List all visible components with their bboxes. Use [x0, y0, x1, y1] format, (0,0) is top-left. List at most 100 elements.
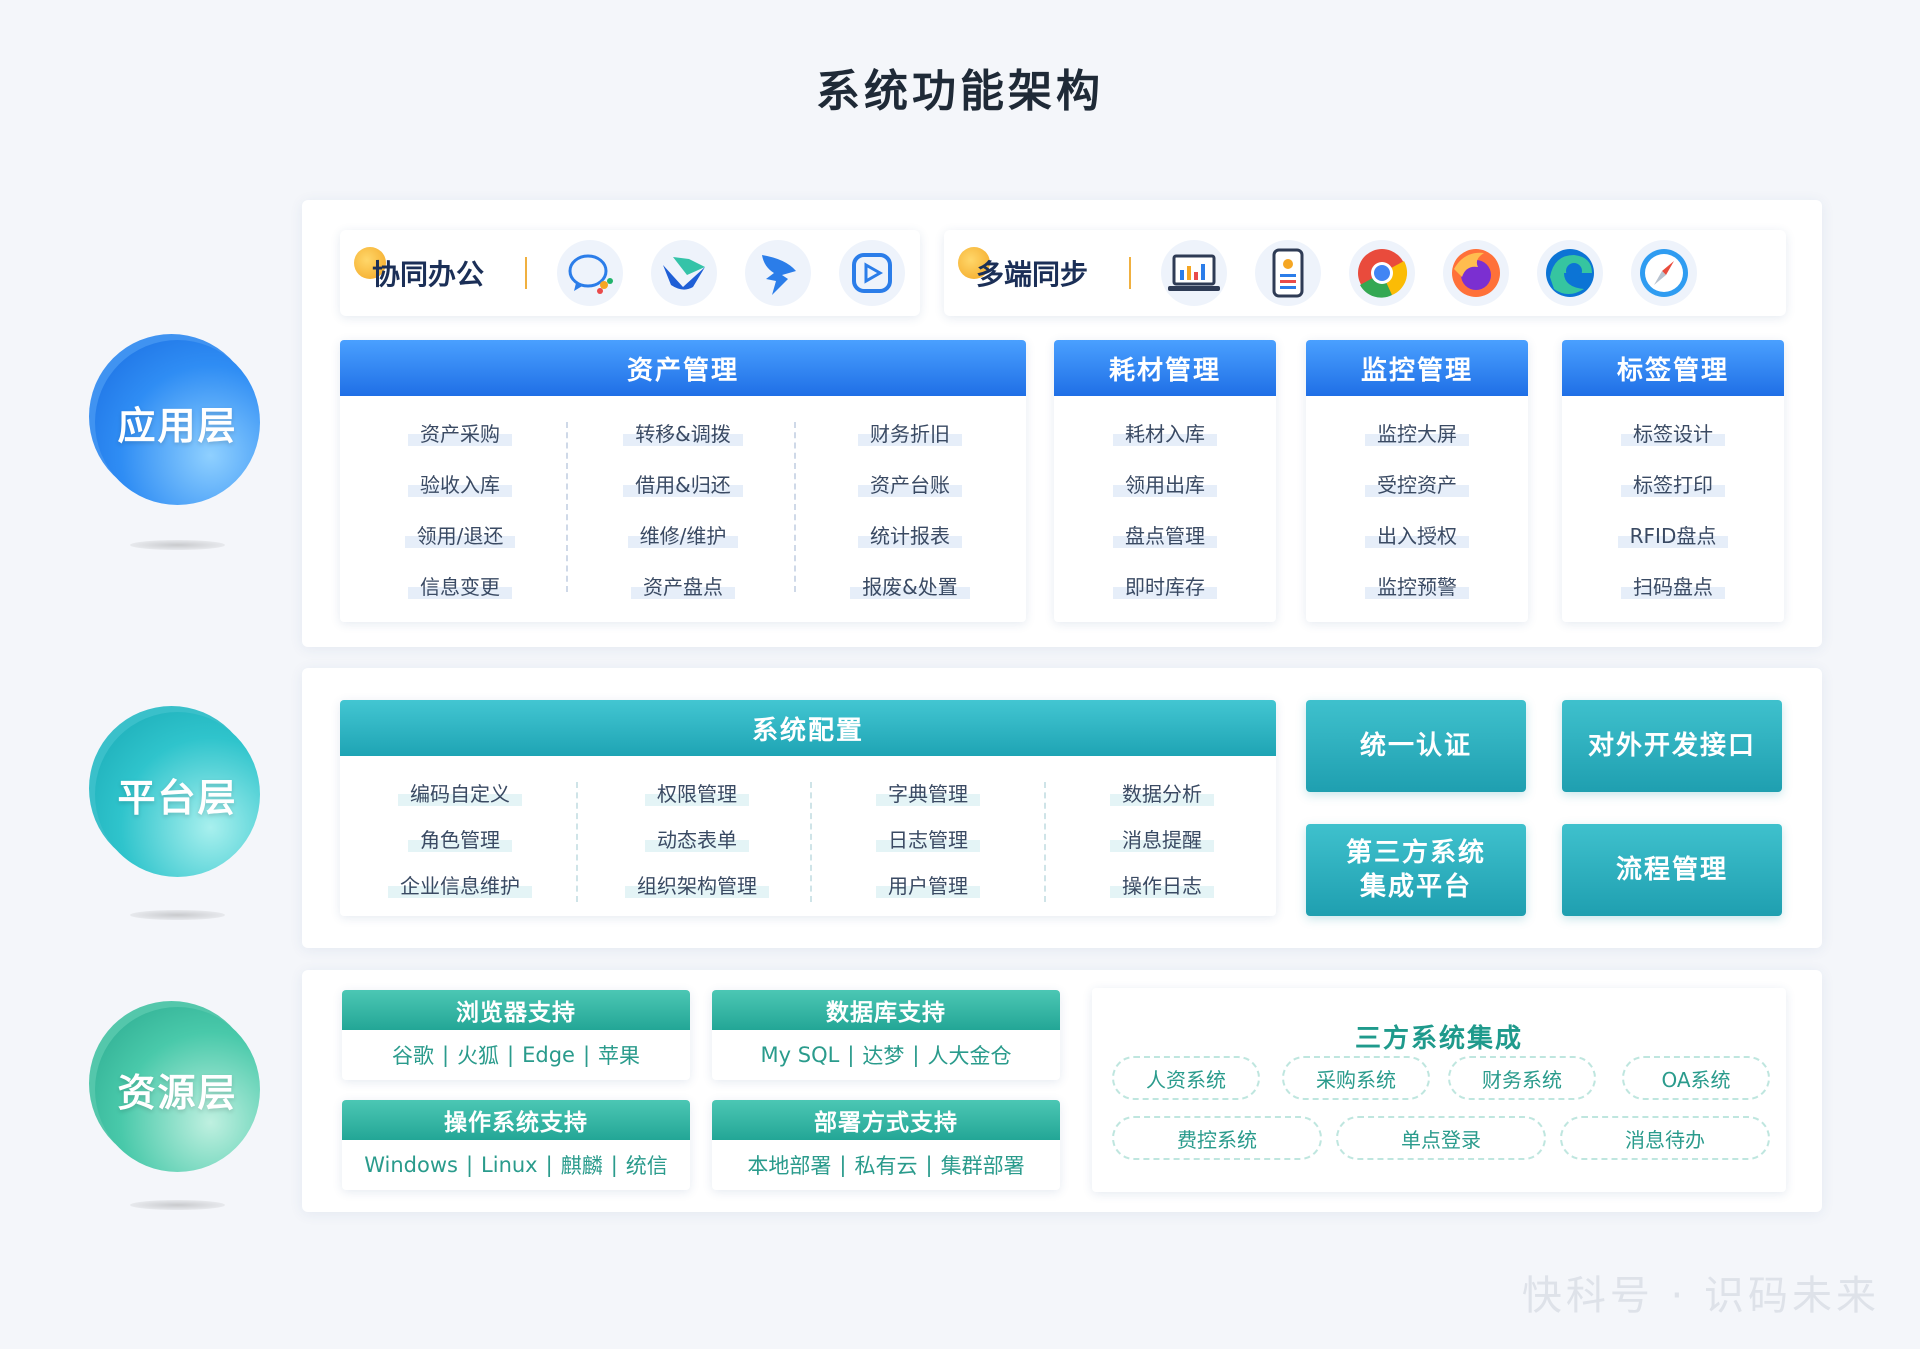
os-support-title: 操作系统支持: [342, 1100, 690, 1140]
deploy-support-card: 部署方式支持 本地部署 | 私有云 | 集群部署: [712, 1100, 1060, 1190]
layer-app: 应用层: [89, 334, 260, 505]
third-party-line-1: 第三方系统: [1345, 838, 1486, 868]
database-support-title: 数据库支持: [712, 990, 1060, 1030]
system-config-card: 系统配置 编码自定义 角色管理 企业信息维护 权限管理 动态表单 组织架构管理 …: [340, 700, 1276, 916]
tencent-meeting-icon: [839, 240, 905, 306]
consumable-item[interactable]: 即时库存: [1113, 571, 1217, 622]
lark-icon: [651, 240, 717, 306]
monitor-management-title: 监控管理: [1306, 340, 1528, 396]
page-title: 系统功能架构: [816, 66, 1104, 117]
config-item[interactable]: 消息提醒: [1110, 824, 1214, 870]
label-management-title: 标签管理: [1562, 340, 1784, 396]
layer-resource-shadow: [130, 1200, 225, 1210]
asset-item[interactable]: 财务折旧: [858, 418, 962, 469]
app-layer-panel: 协同办公 多端同步 资产管理 资产采购 验收入库 领用/退还 信息变更 转移&调…: [302, 200, 1822, 647]
integration-pill[interactable]: 财务系统: [1448, 1056, 1596, 1100]
asset-item[interactable]: 领用/退还: [404, 520, 516, 571]
platform-layer-panel: 系统配置 编码自定义 角色管理 企业信息维护 权限管理 动态表单 组织架构管理 …: [302, 668, 1822, 948]
config-item[interactable]: 组织架构管理: [625, 870, 769, 916]
integration-pill[interactable]: 单点登录: [1336, 1116, 1546, 1160]
watermark: 快科号 · 识码未来: [1521, 1273, 1880, 1319]
deploy-support-title: 部署方式支持: [712, 1100, 1060, 1140]
config-item[interactable]: 日志管理: [876, 824, 980, 870]
monitor-item[interactable]: 出入授权: [1365, 520, 1469, 571]
label-management-card: 标签管理 标签设计 标签打印 RFID盘点 扫码盘点: [1562, 340, 1784, 622]
os-support-list: Windows | Linux | 麒麟 | 统信: [364, 1153, 668, 1178]
asset-item[interactable]: 借用&归还: [623, 469, 743, 520]
integration-pill[interactable]: OA系统: [1622, 1056, 1770, 1100]
config-item[interactable]: 用户管理: [876, 870, 980, 916]
deploy-support-list: 本地部署 | 私有云 | 集群部署: [747, 1153, 1025, 1178]
edge-icon: [1537, 240, 1603, 306]
asset-item[interactable]: 统计报表: [858, 520, 962, 571]
config-item[interactable]: 角色管理: [408, 824, 512, 870]
layer-platform: 平台层: [89, 706, 260, 877]
monitor-management-card: 监控管理 监控大屏 受控资产 出入授权 监控预警: [1306, 340, 1528, 622]
monitor-item[interactable]: 监控大屏: [1365, 418, 1469, 469]
third-party-integration-box[interactable]: 第三方系统 集成平台: [1306, 824, 1526, 916]
asset-col-1: 资产采购 验收入库 领用/退还 信息变更: [380, 418, 540, 622]
integration-pill[interactable]: 人资系统: [1112, 1056, 1260, 1100]
multi-title: 多端同步: [944, 247, 1129, 293]
asset-item[interactable]: 资产采购: [408, 418, 512, 469]
database-support-card: 数据库支持 My SQL | 达梦 | 人大金仓: [712, 990, 1060, 1080]
multi-bar: 多端同步: [944, 230, 1786, 316]
chrome-icon: [1349, 240, 1415, 306]
asset-item[interactable]: 转移&调拨: [623, 418, 743, 469]
os-support-card: 操作系统支持 Windows | Linux | 麒麟 | 统信: [342, 1100, 690, 1190]
resource-layer-panel: 浏览器支持 谷歌 | 火狐 | Edge | 苹果 数据库支持 My SQL | 达梦 |…: [302, 970, 1822, 1212]
config-item[interactable]: 操作日志: [1110, 870, 1214, 916]
consumable-item[interactable]: 耗材入库: [1113, 418, 1217, 469]
label-item[interactable]: 扫码盘点: [1621, 571, 1725, 622]
asset-item[interactable]: 报废&处置: [850, 571, 970, 622]
open-api-box[interactable]: 对外开发接口: [1562, 700, 1782, 792]
layer-resource: 资源层: [89, 1001, 260, 1172]
monitor-item[interactable]: 受控资产: [1365, 469, 1469, 520]
asset-item[interactable]: 资产台账: [858, 469, 962, 520]
consumable-item[interactable]: 领用出库: [1113, 469, 1217, 520]
asset-management-title: 资产管理: [340, 340, 1026, 396]
asset-item[interactable]: 维修/维护: [627, 520, 739, 571]
consumable-management-title: 耗材管理: [1054, 340, 1276, 396]
divider: [794, 422, 796, 592]
layer-app-shadow: [130, 540, 225, 550]
integration-pill[interactable]: 消息待办: [1560, 1116, 1770, 1160]
consumable-item[interactable]: 盘点管理: [1113, 520, 1217, 571]
third-party-systems-card: 三方系统集成 人资系统 采购系统 财务系统 OA系统 费控系统 单点登录 消息待…: [1092, 988, 1786, 1192]
third-party-line-2: 集成平台: [1359, 872, 1472, 902]
integration-pill[interactable]: 采购系统: [1282, 1056, 1430, 1100]
asset-item[interactable]: 资产盘点: [631, 571, 735, 622]
collab-bar: 协同办公: [340, 230, 920, 316]
divider: [566, 422, 568, 592]
browser-support-title: 浏览器支持: [342, 990, 690, 1030]
consumable-management-card: 耗材管理 耗材入库 领用出库 盘点管理 即时库存: [1054, 340, 1276, 622]
config-item[interactable]: 企业信息维护: [388, 870, 532, 916]
config-item[interactable]: 数据分析: [1110, 778, 1214, 824]
config-item[interactable]: 字典管理: [876, 778, 980, 824]
asset-col-2: 转移&调拨 借用&归还 维修/维护 资产盘点: [600, 418, 766, 622]
asset-col-3: 财务折旧 资产台账 统计报表 报废&处置: [828, 418, 992, 622]
config-item[interactable]: 动态表单: [645, 824, 749, 870]
laptop-icon: [1161, 240, 1227, 306]
config-item[interactable]: 权限管理: [645, 778, 749, 824]
firefox-icon: [1443, 240, 1509, 306]
third-party-systems-title: 三方系统集成: [1354, 1024, 1523, 1054]
dingtalk-icon: [745, 240, 811, 306]
integration-pill[interactable]: 费控系统: [1112, 1116, 1322, 1160]
label-item[interactable]: 标签设计: [1621, 418, 1725, 469]
collab-title: 协同办公: [340, 247, 525, 293]
label-item[interactable]: 标签打印: [1621, 469, 1725, 520]
label-item[interactable]: RFID盘点: [1617, 520, 1729, 571]
wecom-icon: [557, 240, 623, 306]
workflow-management-box[interactable]: 流程管理: [1562, 824, 1782, 916]
config-item[interactable]: 编码自定义: [398, 778, 522, 824]
browser-support-list: 谷歌 | 火狐 | Edge | 苹果: [391, 1043, 641, 1068]
monitor-item[interactable]: 监控预警: [1365, 571, 1469, 622]
mobile-icon: [1255, 240, 1321, 306]
asset-item[interactable]: 信息变更: [408, 571, 512, 622]
unified-auth-box[interactable]: 统一认证: [1306, 700, 1526, 792]
browser-support-card: 浏览器支持 谷歌 | 火狐 | Edge | 苹果: [342, 990, 690, 1080]
asset-management-card: 资产管理 资产采购 验收入库 领用/退还 信息变更 转移&调拨 借用&归还 维修…: [340, 340, 1026, 622]
safari-icon: [1631, 240, 1697, 306]
asset-item[interactable]: 验收入库: [408, 469, 512, 520]
